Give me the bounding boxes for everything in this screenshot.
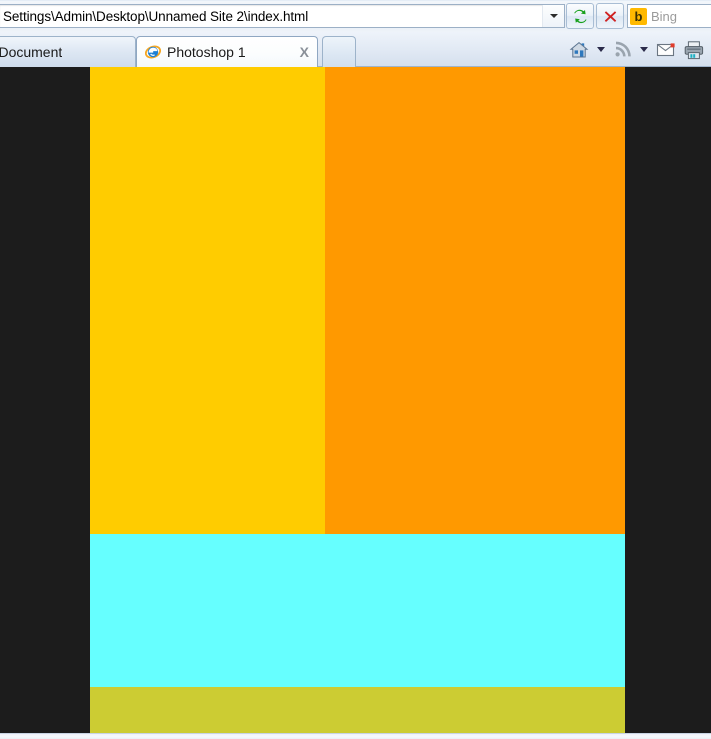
refresh-button[interactable] [566, 3, 594, 29]
close-icon[interactable]: X [300, 44, 309, 60]
search-box[interactable]: b Bing [627, 4, 711, 28]
yellow-block [90, 67, 325, 534]
address-bar-text[interactable]: Settings\Admin\Desktop\Unnamed Site 2\in… [0, 9, 542, 24]
ie-icon [145, 44, 161, 60]
feeds-dropdown-icon[interactable] [640, 47, 648, 52]
tab-photoshop-1[interactable]: Photoshop 1 X [136, 36, 318, 67]
chevron-down-icon [549, 14, 558, 18]
tab-label: titled Document [0, 44, 63, 60]
address-bar-row: Settings\Admin\Desktop\Unnamed Site 2\in… [0, 0, 711, 32]
browser-window: Settings\Admin\Desktop\Unnamed Site 2\in… [0, 0, 711, 739]
search-input[interactable]: Bing [651, 9, 677, 24]
new-tab-button[interactable] [322, 36, 356, 67]
feeds-button[interactable] [611, 38, 634, 61]
status-bar [0, 733, 711, 739]
mail-icon [656, 42, 675, 56]
address-history-dropdown[interactable] [542, 5, 564, 27]
tab-bar: titled Document Photoshop 1 X [0, 32, 711, 67]
tab-label: Photoshop 1 [167, 44, 246, 60]
feeds-icon [615, 41, 631, 57]
bing-logo-icon: b [630, 7, 647, 25]
home-icon [569, 41, 589, 57]
print-button[interactable] [681, 38, 707, 62]
home-dropdown-icon[interactable] [597, 47, 605, 52]
address-bar[interactable]: Settings\Admin\Desktop\Unnamed Site 2\in… [0, 4, 565, 28]
command-toolbar [567, 32, 707, 67]
mail-button[interactable] [654, 39, 679, 61]
refresh-icon [573, 9, 586, 23]
home-button[interactable] [567, 38, 591, 62]
tab-untitled-document[interactable]: titled Document [0, 36, 136, 67]
print-icon [684, 40, 704, 59]
olive-block [90, 687, 625, 733]
stop-button[interactable] [596, 3, 624, 29]
cyan-block [90, 534, 625, 687]
web-page-body [90, 67, 625, 733]
stop-icon [604, 10, 616, 22]
page-viewport[interactable] [0, 67, 711, 733]
orange-block [325, 67, 625, 534]
